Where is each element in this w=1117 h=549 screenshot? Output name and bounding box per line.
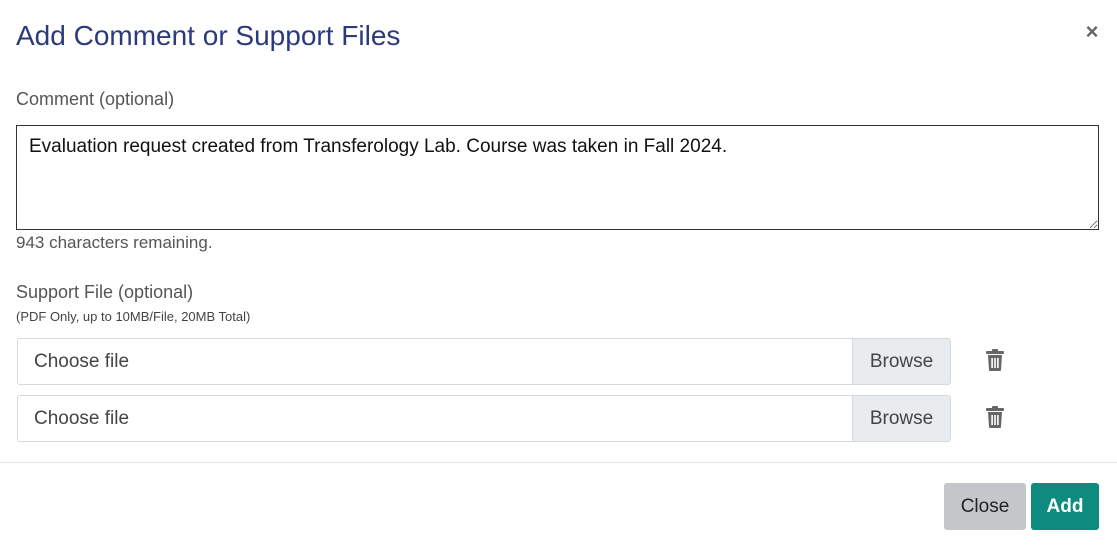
comment-textarea[interactable]: Evaluation request created from Transfer… xyxy=(16,125,1099,230)
support-file-hint: (PDF Only, up to 10MB/File, 20MB Total) xyxy=(16,309,251,324)
close-icon[interactable]: × xyxy=(1082,20,1102,44)
choose-file-field[interactable]: Choose file xyxy=(18,339,852,384)
trash-icon[interactable] xyxy=(985,349,1005,371)
file-input-2[interactable]: Choose file Browse xyxy=(17,395,951,442)
add-comment-dialog: Add Comment or Support Files × Comment (… xyxy=(0,0,1117,549)
add-button[interactable]: Add xyxy=(1031,483,1099,530)
browse-button[interactable]: Browse xyxy=(852,339,950,384)
comment-label: Comment (optional) xyxy=(16,89,175,109)
footer-divider xyxy=(0,462,1117,463)
file-input-1[interactable]: Choose file Browse xyxy=(17,338,951,385)
characters-remaining-text: 943 characters remaining. xyxy=(16,233,213,252)
trash-icon[interactable] xyxy=(985,406,1005,428)
support-file-label: Support File (optional) xyxy=(16,282,194,302)
browse-button[interactable]: Browse xyxy=(852,396,950,441)
choose-file-field[interactable]: Choose file xyxy=(18,396,852,441)
dialog-title: Add Comment or Support Files xyxy=(16,20,401,51)
close-button[interactable]: Close xyxy=(944,483,1026,530)
